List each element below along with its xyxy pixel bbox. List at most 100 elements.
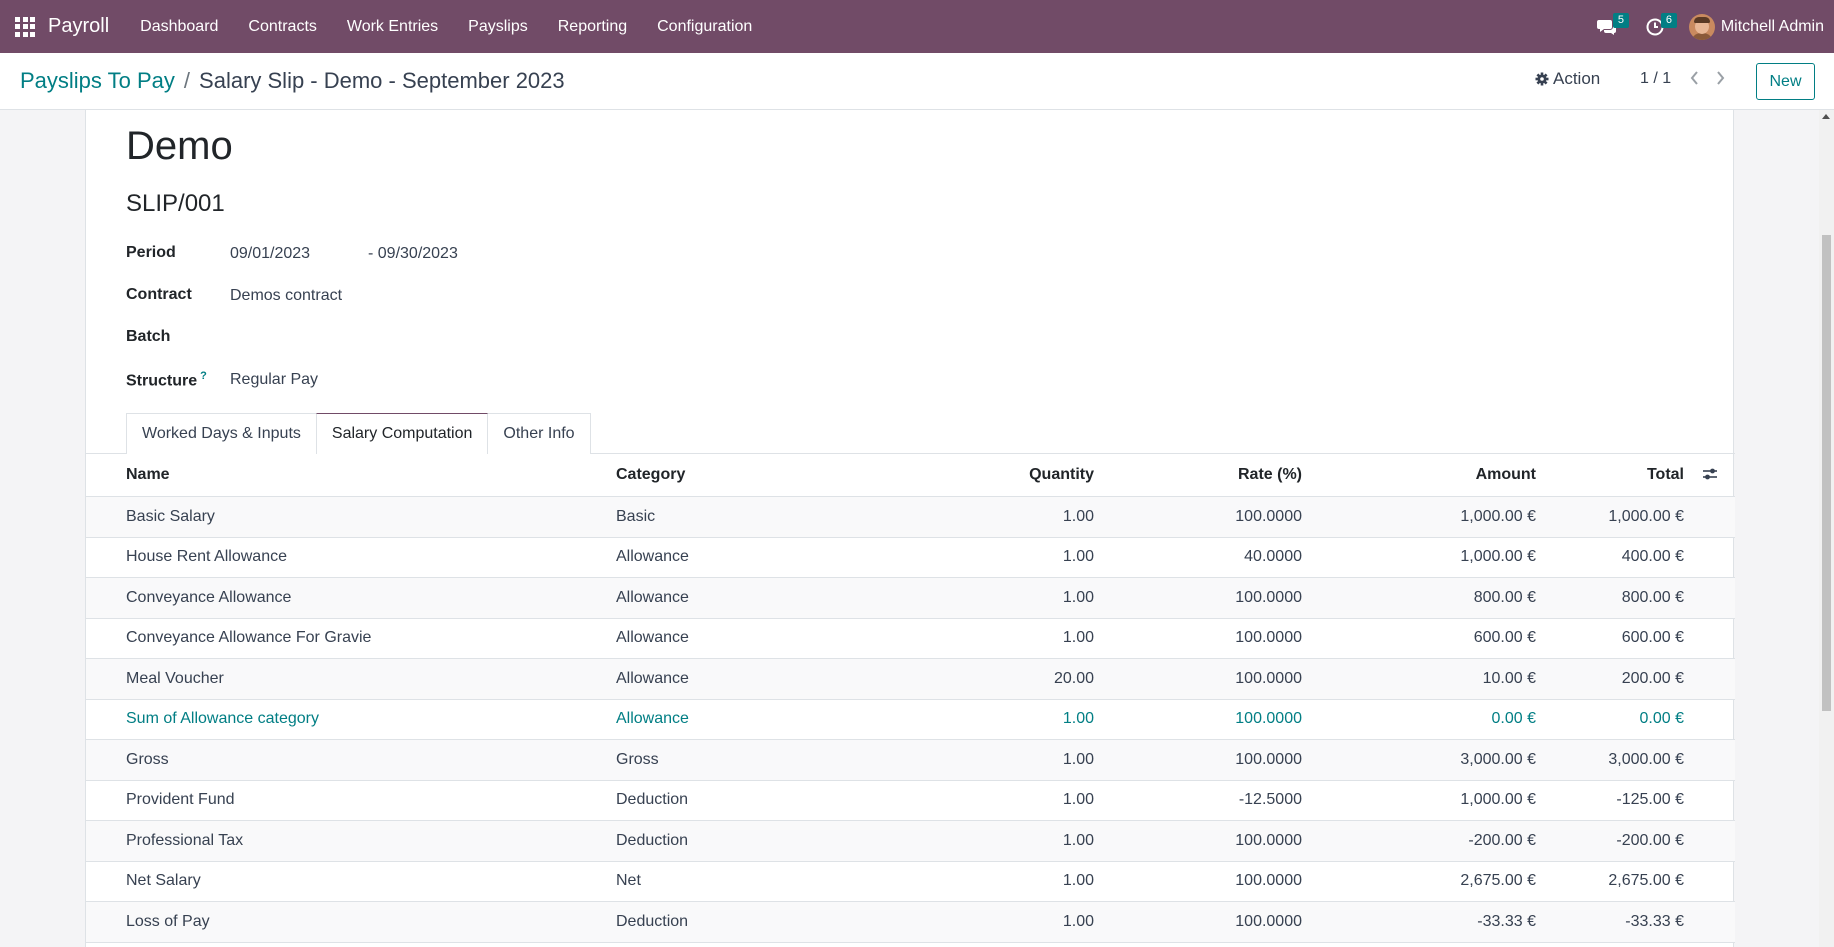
cell-rate: 100.0000 xyxy=(1235,872,1302,890)
column-header-total[interactable]: Total xyxy=(1647,466,1684,484)
period-end-field[interactable]: - 09/30/2023 xyxy=(368,245,458,263)
control-panel: Payslips To Pay / Salary Slip - Demo - S… xyxy=(0,53,1834,110)
table-body: Basic Salary Basic 1.00 100.0000 1,000.00 € 1… xyxy=(86,497,1735,943)
table-row[interactable]: Basic Salary Basic 1.00 100.0000 1,000.00 € 1… xyxy=(86,497,1735,538)
cell-amount: 1,000.00 € xyxy=(1460,548,1536,566)
scroll-up-arrow[interactable] xyxy=(1822,114,1830,119)
cell-amount: 600.00 € xyxy=(1473,629,1536,647)
contract-field[interactable]: Demos contract xyxy=(230,287,342,305)
cell-rate: 100.0000 xyxy=(1235,588,1302,606)
period-label: Period xyxy=(126,244,176,261)
cell-quantity: 1.00 xyxy=(1062,629,1094,647)
cell-name: Conveyance Allowance For Gravie xyxy=(126,629,372,647)
structure-help-icon[interactable]: ? xyxy=(200,370,207,382)
cell-quantity: 1.00 xyxy=(1062,750,1094,768)
column-header-amount[interactable]: Amount xyxy=(1476,466,1536,484)
tab-other-info[interactable]: Other Info xyxy=(487,413,591,454)
table-row[interactable]: Conveyance Allowance For Gravie Allowance… xyxy=(86,619,1735,659)
cell-amount: 2,675.00 € xyxy=(1460,872,1536,890)
cell-quantity: 1.00 xyxy=(1062,507,1094,525)
table-row[interactable]: Sum of Allowance category Allowance 1.00 10… xyxy=(86,700,1735,740)
column-settings-icon[interactable] xyxy=(1702,466,1718,482)
cell-quantity: 1.00 xyxy=(1062,548,1094,566)
payslip-reference[interactable]: SLIP/001 xyxy=(126,190,225,218)
cell-category: Allowance xyxy=(616,548,689,566)
table-row[interactable]: House Rent Allowance Allowance 1.00 40.0000… xyxy=(86,538,1735,578)
cell-rate: 100.0000 xyxy=(1235,629,1302,647)
cell-amount: 1,000.00 € xyxy=(1460,791,1536,809)
period-start-field[interactable]: 09/01/2023 xyxy=(230,245,310,263)
navbar-systray: 5 6 Mitchell Admin xyxy=(1587,0,1834,53)
column-header-rate[interactable]: Rate (%) xyxy=(1238,466,1302,484)
notebook-tabs: Worked Days & Inputs Salary Computation … xyxy=(126,413,591,454)
cell-rate: 100.0000 xyxy=(1235,710,1302,728)
app-brand[interactable]: Payroll xyxy=(48,15,109,38)
table-row[interactable]: Professional Tax Deduction 1.00 100.0000 -20… xyxy=(86,821,1735,862)
cell-rate: 100.0000 xyxy=(1235,750,1302,768)
menu-contracts[interactable]: Contracts xyxy=(233,18,331,36)
structure-field[interactable]: Regular Pay xyxy=(230,371,318,389)
breadcrumb: Payslips To Pay / Salary Slip - Demo - S… xyxy=(20,68,565,94)
table-row[interactable]: Meal Voucher Allowance 20.00 100.0000 10.00 … xyxy=(86,659,1735,700)
cell-name: Professional Tax xyxy=(126,831,244,849)
cell-name: House Rent Allowance xyxy=(126,548,287,566)
column-header-category[interactable]: Category xyxy=(616,466,685,484)
chevron-right-icon xyxy=(1716,71,1724,85)
menu-reporting[interactable]: Reporting xyxy=(543,18,642,36)
cell-name: Basic Salary xyxy=(126,507,215,525)
cell-amount: -33.33 € xyxy=(1477,912,1536,930)
scroll-thumb[interactable] xyxy=(1822,235,1831,711)
tab-worked-days-inputs[interactable]: Worked Days & Inputs xyxy=(126,413,317,454)
pager-next-button[interactable] xyxy=(1710,67,1730,89)
user-menu[interactable]: Mitchell Admin xyxy=(1688,13,1824,40)
tab-salary-computation[interactable]: Salary Computation xyxy=(315,413,489,454)
salary-computation-table: Name Category Quantity Rate (%) Amount T… xyxy=(86,454,1735,943)
breadcrumb-current: Salary Slip - Demo - September 2023 xyxy=(199,68,565,93)
cell-total: 3,000.00 € xyxy=(1608,750,1684,768)
cell-name: Gross xyxy=(126,750,169,768)
cell-quantity: 1.00 xyxy=(1062,912,1094,930)
menu-configuration[interactable]: Configuration xyxy=(642,18,767,36)
activities-button[interactable]: 6 xyxy=(1635,0,1677,53)
table-row[interactable]: Loss of Pay Deduction 1.00 100.0000 -33.33 €… xyxy=(86,902,1735,943)
menu-work-entries[interactable]: Work Entries xyxy=(332,18,453,36)
cell-category: Allowance xyxy=(616,710,689,728)
new-button[interactable]: New xyxy=(1756,63,1815,100)
cell-total: -125.00 € xyxy=(1616,791,1684,809)
batch-field[interactable] xyxy=(230,329,530,349)
table-row[interactable]: Conveyance Allowance Allowance 1.00 100.000… xyxy=(86,578,1735,619)
column-header-name[interactable]: Name xyxy=(126,466,170,484)
pager-value[interactable]: 1 / 1 xyxy=(1640,70,1671,88)
employee-name[interactable]: Demo xyxy=(126,124,233,169)
cell-category: Gross xyxy=(616,750,659,768)
cell-total: 400.00 € xyxy=(1621,548,1684,566)
structure-label: Structure? xyxy=(126,370,207,390)
top-navbar: Payroll Dashboard Contracts Work Entries… xyxy=(0,0,1834,53)
cell-rate: 100.0000 xyxy=(1235,507,1302,525)
cell-name: Net Salary xyxy=(126,872,201,890)
cell-total: 200.00 € xyxy=(1621,669,1684,687)
breadcrumb-payslips-to-pay[interactable]: Payslips To Pay xyxy=(20,68,175,94)
table-row[interactable]: Gross Gross 1.00 100.0000 3,000.00 € 3,000.00… xyxy=(86,740,1735,781)
cell-quantity: 1.00 xyxy=(1062,710,1094,728)
messages-button[interactable]: 5 xyxy=(1587,0,1629,53)
cell-total: 2,675.00 € xyxy=(1608,872,1684,890)
gear-icon xyxy=(1535,72,1549,86)
chevron-left-icon xyxy=(1690,71,1698,85)
page-scrollbar[interactable] xyxy=(1819,110,1834,947)
cell-total: 800.00 € xyxy=(1621,588,1684,606)
cell-name: Loss of Pay xyxy=(126,912,210,930)
menu-dashboard[interactable]: Dashboard xyxy=(125,18,233,36)
menu-payslips[interactable]: Payslips xyxy=(453,18,543,36)
apps-grid-icon[interactable] xyxy=(13,15,37,39)
pager-previous-button[interactable] xyxy=(1684,67,1704,89)
contract-label: Contract xyxy=(126,286,192,303)
table-row[interactable]: Net Salary Net 1.00 100.0000 2,675.00 € 2,675… xyxy=(86,862,1735,902)
cell-category: Allowance xyxy=(616,629,689,647)
batch-label: Batch xyxy=(126,328,171,345)
table-row[interactable]: Provident Fund Deduction 1.00 -12.5000 1,000… xyxy=(86,781,1735,821)
action-button[interactable]: Action xyxy=(1535,69,1600,89)
cell-quantity: 20.00 xyxy=(1053,669,1094,687)
column-header-quantity[interactable]: Quantity xyxy=(1029,466,1094,484)
form-content: Demo SLIP/001 Period 09/01/2023 - 09/30/… xyxy=(0,110,1834,947)
